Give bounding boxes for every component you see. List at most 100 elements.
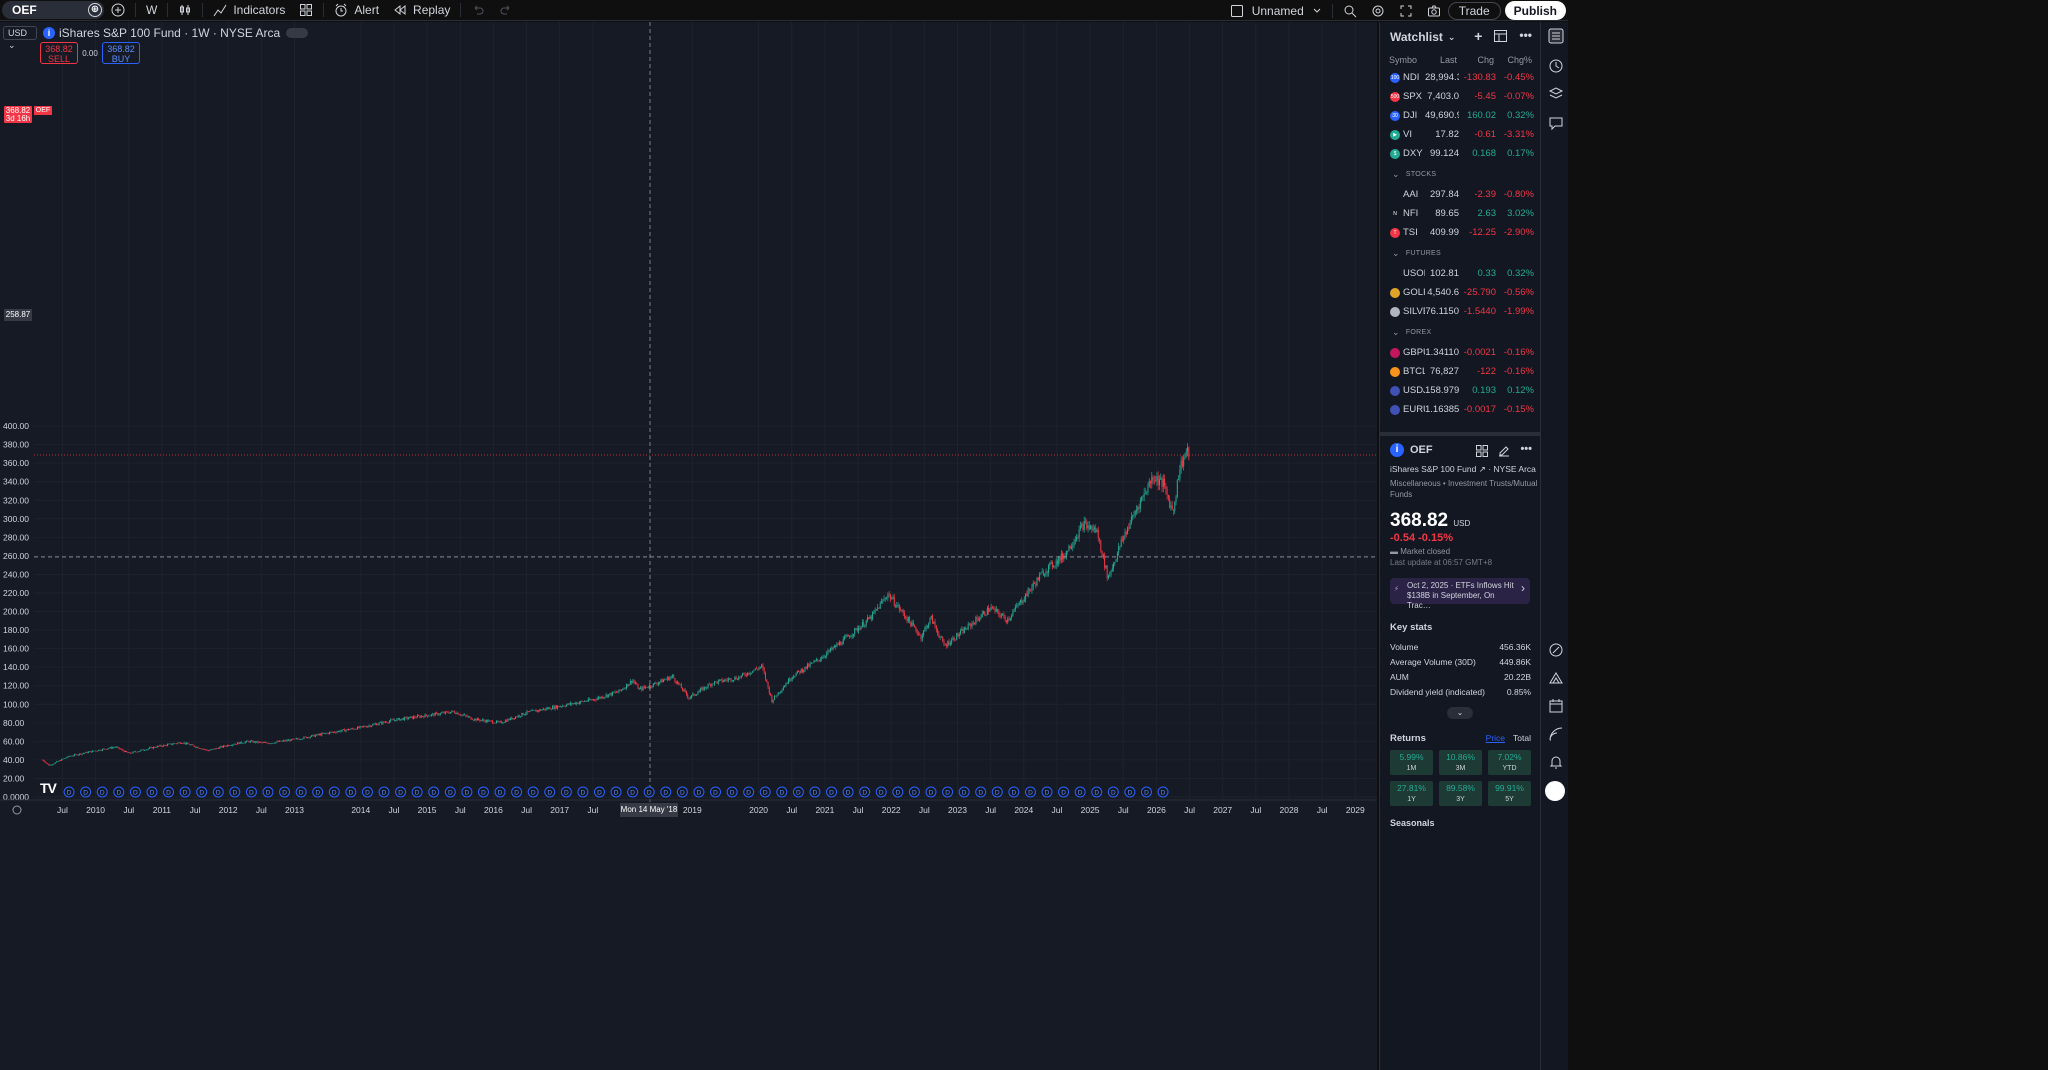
publish-button[interactable]: Publish bbox=[1504, 1, 1566, 20]
watchlist-row[interactable]: $ DXY 99.124 0.168 0.17% bbox=[1380, 144, 1540, 163]
return-cell[interactable]: 10.86% 3M bbox=[1439, 750, 1482, 775]
chevron-down-icon[interactable]: ⌄ bbox=[1448, 32, 1456, 43]
candle-body bbox=[1151, 477, 1153, 484]
replay-button[interactable]: Replay bbox=[386, 0, 457, 21]
candle-body bbox=[1070, 546, 1072, 549]
return-cell[interactable]: 27.81% 1Y bbox=[1390, 781, 1433, 806]
candle-body bbox=[701, 687, 703, 689]
details-change-line: -0.54 -0.15% bbox=[1380, 532, 1540, 544]
candle-body bbox=[490, 720, 492, 722]
fullscreen-button[interactable] bbox=[1392, 0, 1420, 21]
expand-stats-button[interactable]: ⌄ bbox=[1447, 707, 1473, 719]
watchlist-section-header[interactable]: FUTURES bbox=[1380, 242, 1540, 264]
settings-button[interactable] bbox=[1364, 0, 1392, 21]
streams-icon[interactable] bbox=[1548, 726, 1564, 742]
help-menu-icon[interactable] bbox=[1545, 781, 1565, 801]
watchlist-change-pct: -0.16% bbox=[1503, 366, 1534, 377]
chat-icon[interactable] bbox=[1548, 115, 1564, 131]
col-last[interactable]: Last bbox=[1431, 55, 1457, 65]
watchlist-row[interactable]: BTCL 76,827 -122 -0.16% bbox=[1380, 362, 1540, 381]
watchlist-row[interactable]: N NFI 89.65 2.63 3.02% bbox=[1380, 204, 1540, 223]
alerts-clock-icon[interactable] bbox=[1548, 58, 1564, 74]
symbol-search-button[interactable]: OEF ⊕ bbox=[2, 1, 104, 19]
target-icon[interactable] bbox=[1548, 642, 1564, 658]
snapshot-button[interactable] bbox=[1420, 0, 1448, 21]
calendar-icon[interactable] bbox=[1548, 698, 1564, 714]
watchlist-row[interactable]: USOI 102.81 0.33 0.32% bbox=[1380, 264, 1540, 283]
more-options-icon[interactable]: ••• bbox=[1520, 444, 1532, 457]
alert-button[interactable]: Alert bbox=[327, 0, 386, 21]
return-cell[interactable]: 89.58% 3Y bbox=[1439, 781, 1482, 806]
grid-icon[interactable] bbox=[1476, 445, 1489, 457]
candle-body bbox=[938, 633, 940, 638]
details-name[interactable]: iShares S&P 100 Fund bbox=[1390, 464, 1476, 474]
interval-button[interactable]: W bbox=[139, 0, 164, 21]
chart-type-button[interactable] bbox=[171, 0, 199, 21]
candle-body bbox=[260, 741, 262, 743]
quick-search-button[interactable] bbox=[1336, 0, 1364, 21]
symbol-logo-icon: 30 bbox=[1390, 110, 1400, 121]
watchlist-row[interactable]: GOLI 4,540.6 -25.790 -0.56% bbox=[1380, 283, 1540, 302]
watchlist-row[interactable]: USDJ158.979 0.193 0.12% bbox=[1380, 381, 1540, 400]
watchlist-section-header[interactable]: STOCKS bbox=[1380, 163, 1540, 185]
more-options-icon[interactable]: ••• bbox=[1519, 29, 1532, 42]
candle-body bbox=[946, 645, 948, 647]
candle-body bbox=[457, 712, 459, 715]
watchlist-row[interactable]: ▶ VI 17.82 -0.61 -3.31% bbox=[1380, 125, 1540, 144]
return-cell[interactable]: 99.91% 5Y bbox=[1488, 781, 1531, 806]
news-banner[interactable]: Oct 2, 2025 · ETFs Inflows Hit $138B in … bbox=[1390, 578, 1530, 610]
redo-button[interactable] bbox=[492, 0, 520, 21]
layout-button[interactable]: Unnamed bbox=[1223, 0, 1329, 21]
chart-pane[interactable]: 400.00 380.00 360.00 340.00 320.00 300.00 280.… bbox=[0, 22, 1377, 1070]
candle-body bbox=[178, 742, 180, 744]
watchlist-icon[interactable] bbox=[1548, 28, 1564, 44]
watchlist-symbol: SILVE bbox=[1403, 306, 1425, 317]
visibility-toggle-icon[interactable] bbox=[286, 28, 309, 38]
price-chart[interactable]: 400.00 380.00 360.00 340.00 320.00 300.00 280.… bbox=[0, 22, 1377, 1070]
watchlist-title[interactable]: Watchlist bbox=[1390, 30, 1443, 44]
return-cell[interactable]: 7.02% YTD bbox=[1488, 750, 1531, 775]
indicators-button[interactable]: Indicators bbox=[206, 0, 292, 21]
sell-button[interactable]: 368.82 SELL bbox=[40, 42, 78, 64]
dividend-marker-label: D bbox=[183, 790, 188, 797]
watchlist-row[interactable]: AAI 297.84 -2.39 -0.80% bbox=[1380, 185, 1540, 204]
watchlist-row[interactable]: 100 NDI 28,994.3 -130.83 -0.45% bbox=[1380, 68, 1540, 87]
candle-body bbox=[113, 747, 115, 748]
details-symbol[interactable]: OEF bbox=[1410, 444, 1433, 456]
trade-button[interactable]: Trade bbox=[1447, 1, 1501, 20]
symbol-info-icon[interactable]: i bbox=[43, 27, 55, 39]
edit-note-icon[interactable] bbox=[1498, 445, 1510, 457]
returns-tab-total[interactable]: Total bbox=[1513, 733, 1531, 743]
col-chg[interactable]: Chg bbox=[1457, 55, 1494, 65]
add-symbol-button[interactable] bbox=[104, 0, 132, 21]
layers-icon[interactable] bbox=[1548, 86, 1564, 102]
advanced-view-icon[interactable] bbox=[1494, 30, 1508, 42]
add-symbol-icon[interactable]: + bbox=[1474, 29, 1482, 43]
templates-button[interactable] bbox=[292, 0, 320, 21]
watchlist-row[interactable]: 500 SPX 7,403.0 -5.45 -0.07% bbox=[1380, 87, 1540, 106]
col-symbol[interactable]: Symbo bbox=[1389, 55, 1431, 65]
x-axis-tick-label: Jul bbox=[1184, 805, 1195, 815]
tradingview-logo-icon[interactable]: TV bbox=[40, 780, 57, 796]
notifications-bell-icon[interactable] bbox=[1548, 754, 1564, 770]
candle-body bbox=[914, 625, 916, 628]
watchlist-row[interactable]: GBPU1.34110 -0.0021 -0.16% bbox=[1380, 343, 1540, 362]
external-link-icon[interactable]: ↗ bbox=[1479, 464, 1486, 474]
candle-body bbox=[726, 680, 728, 681]
search-icon bbox=[1344, 5, 1357, 17]
currency-selector[interactable]: USD ⌄ bbox=[3, 26, 37, 50]
watchlist-row[interactable]: EURU1.16385 -0.0017 -0.15% bbox=[1380, 400, 1540, 419]
compare-symbol-icon[interactable]: ⊕ bbox=[88, 3, 102, 17]
undo-button[interactable] bbox=[464, 0, 492, 21]
watchlist-row[interactable]: SILVE76.1150 -1.5440 -1.99% bbox=[1380, 302, 1540, 321]
returns-tab-price[interactable]: Price bbox=[1486, 733, 1505, 743]
watchlist-row[interactable]: 30 DJI 49,690.9 160.02 0.32% bbox=[1380, 106, 1540, 125]
candle-body bbox=[1093, 527, 1095, 529]
watchlist-row[interactable]: T TSI 409.99 -12.25 -2.90% bbox=[1380, 223, 1540, 242]
watchlist-section-header[interactable]: FOREX bbox=[1380, 321, 1540, 343]
return-cell[interactable]: 5.99% 1M bbox=[1390, 750, 1433, 775]
col-chg-pct[interactable]: Chg% bbox=[1494, 55, 1532, 65]
buy-button[interactable]: 368.82 BUY bbox=[102, 42, 140, 64]
candle-body bbox=[348, 729, 350, 731]
ideas-icon[interactable] bbox=[1548, 670, 1564, 686]
